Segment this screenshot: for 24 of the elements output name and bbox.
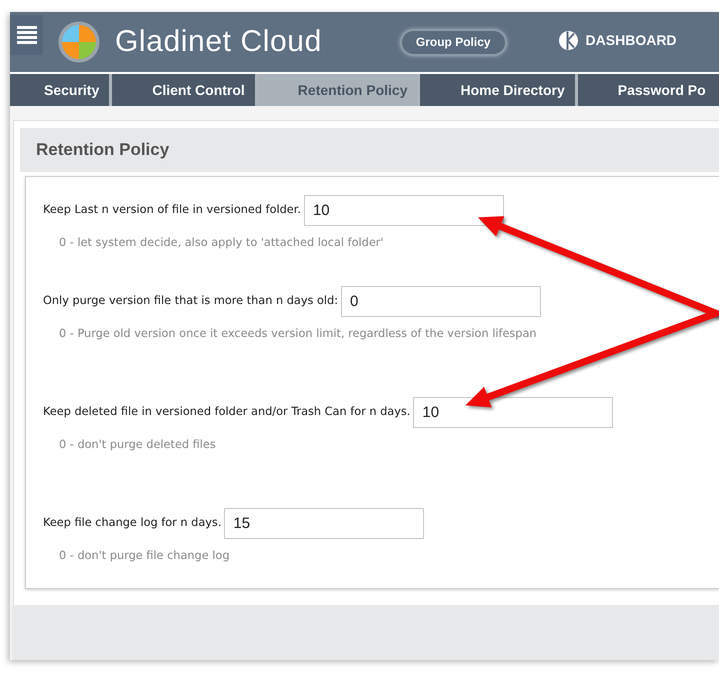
field-label: Keep file change log for n days.: [43, 515, 222, 532]
pie-chart-icon: [558, 30, 578, 50]
tab[interactable]: Home Directory: [420, 74, 575, 106]
field-label: Only purge version file that is more than n days old:: [43, 293, 338, 310]
hint-text: 0 - let system decide, also apply to 'attached local folder': [58, 236, 385, 250]
tab[interactable]: Security: [10, 74, 110, 106]
hint-text: 0 - don't purge deleted files: [58, 438, 217, 452]
field-label: Keep Last n version of file in versioned folder.: [43, 202, 301, 218]
field-label: Keep deleted file in versioned folder and/or Trash Can for n days.: [43, 404, 410, 420]
hint-text: 0 - Purge old version once it exceeds version limit, regardless of the version lifespan: [58, 327, 538, 341]
input-field[interactable]: 10: [413, 397, 614, 428]
tab[interactable]: Client Control: [112, 74, 255, 106]
group-policy-button[interactable]: Group Policy: [400, 28, 507, 56]
input-field[interactable]: 0: [341, 286, 542, 317]
dashboard-link[interactable]: DASHBOARD: [558, 30, 677, 50]
tab[interactable]: Password Po: [578, 74, 719, 106]
app-title: Gladinet Cloud: [115, 24, 322, 60]
menu-icon: [16, 25, 36, 45]
input-field[interactable]: 15: [224, 508, 424, 539]
hint-text: 0 - don't purge file change log: [58, 549, 230, 563]
menu-button[interactable]: [10, 15, 43, 55]
input-field[interactable]: 10: [304, 195, 504, 226]
logo-icon: [58, 21, 100, 63]
panel-title: Retention Policy: [20, 128, 719, 172]
